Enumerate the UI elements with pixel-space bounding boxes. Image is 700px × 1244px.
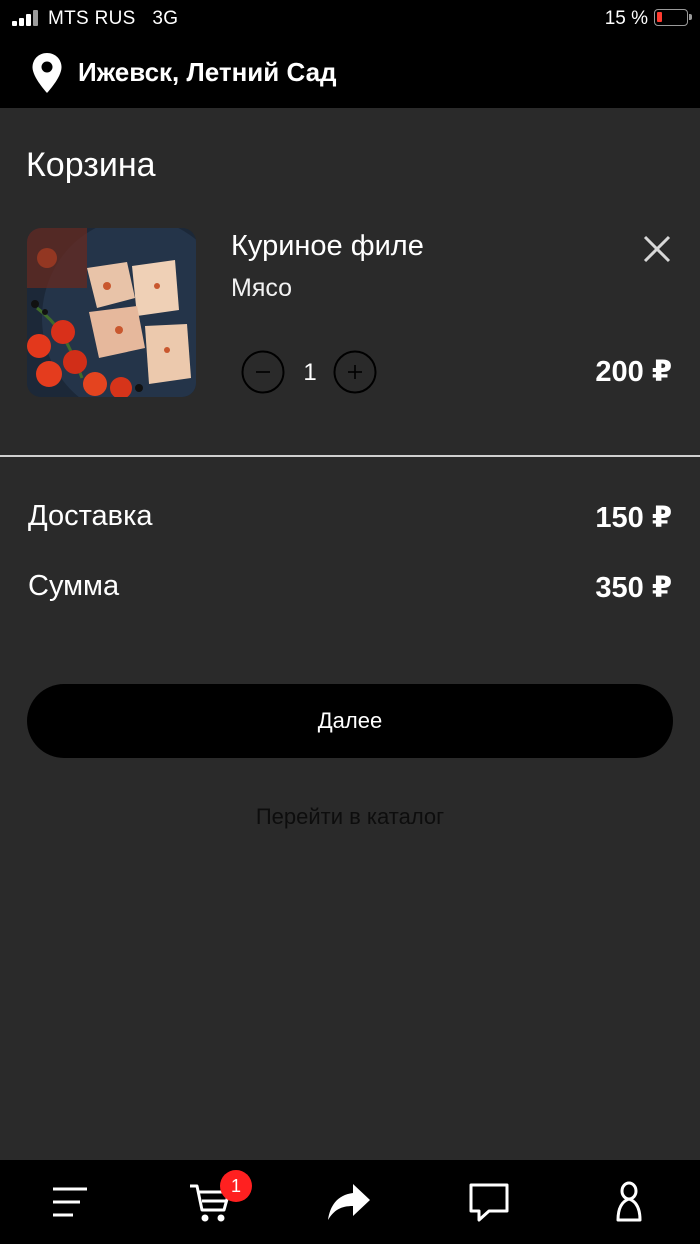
location-text: Ижевск, Летний Сад — [78, 57, 337, 87]
product-name: Куриное филе — [231, 230, 424, 262]
location-pin-icon — [32, 53, 62, 93]
total-value: 350 ₽ — [595, 572, 672, 604]
product-category: Мясо — [231, 274, 293, 302]
close-icon[interactable] — [640, 232, 674, 266]
delivery-value: 150 ₽ — [595, 502, 672, 534]
profile-icon[interactable] — [607, 1180, 651, 1224]
share-icon[interactable] — [327, 1180, 371, 1224]
chat-icon[interactable] — [467, 1180, 511, 1224]
decrease-quantity-button[interactable] — [241, 350, 285, 394]
delivery-label: Доставка — [28, 500, 153, 532]
total-label: Сумма — [28, 570, 120, 602]
quantity-value: 1 — [303, 359, 317, 386]
cart-badge: 1 — [220, 1170, 252, 1202]
divider — [0, 455, 700, 457]
status-bar: MTS RUS 3G 15 % — [0, 0, 700, 38]
location-header[interactable]: Ижевск, Летний Сад — [0, 38, 700, 108]
battery-percent: 15 % — [604, 8, 648, 29]
network-type: 3G — [152, 8, 179, 29]
next-button[interactable]: Далее — [27, 684, 673, 758]
carrier-name: MTS RUS 3G — [48, 8, 179, 29]
battery-icon — [654, 9, 692, 26]
menu-icon[interactable] — [48, 1180, 92, 1224]
page-title: Корзина — [26, 146, 156, 184]
increase-quantity-button[interactable] — [333, 350, 377, 394]
go-to-catalog-link[interactable]: Перейти в каталог — [0, 804, 700, 830]
product-image — [27, 228, 196, 397]
item-price: 200 ₽ — [595, 356, 672, 388]
signal-strength-icon — [12, 10, 42, 26]
